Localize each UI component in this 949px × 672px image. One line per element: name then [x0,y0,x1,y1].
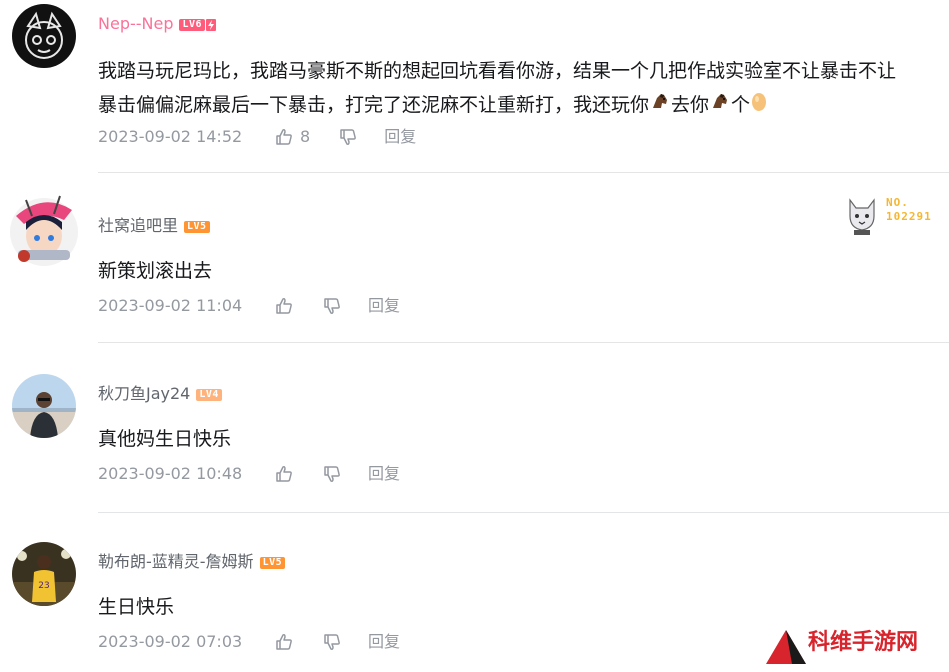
text-segment: 去你 [671,94,710,116]
comment-meta: 2023-09-02 11:04 回复 [98,296,400,316]
level-badge: LV4 [196,388,222,401]
username-text[interactable]: 秋刀鱼Jay24 [98,384,190,403]
dislike-icon[interactable] [338,127,358,147]
avatar[interactable] [12,4,76,68]
horse-emoji [709,89,731,123]
username-text[interactable]: 社窝追吧里 [98,216,178,235]
dislike-icon[interactable] [322,464,342,484]
text-segment: 暴击偏偏泥麻最后一下暴击，打完了还泥麻不让重新打，我还玩你 [98,94,650,116]
lightning-icon [206,18,217,31]
like-icon[interactable] [274,464,294,484]
avatar[interactable]: 23 [12,542,76,606]
watermark-triangle-icon [766,630,806,664]
fan-number-text: NO. 102291 [886,196,932,224]
username-text[interactable]: Nep--Nep [98,14,173,33]
username[interactable]: 秋刀鱼Jay24 LV4 [98,384,222,404]
avatar[interactable] [12,374,76,438]
reply-button[interactable]: 回复 [384,127,416,147]
comment-meta: 2023-09-02 07:03 回复 [98,632,400,652]
fan-number-value: 102291 [886,210,932,223]
dislike-icon[interactable] [322,296,342,316]
horse-emoji [649,89,671,123]
comment-text-line: 暴击偏偏泥麻最后一下暴击，打完了还泥麻不让重新打，我还玩你 去你个 [98,88,948,123]
timestamp: 2023-09-02 11:04 [98,296,243,315]
level-badge: LV6 [179,18,206,31]
wolf-badge-icon [849,198,875,235]
comment-item: Nep--Nep LV6 我踏马玩尼玛比，我踏马豪斯不斯的想起回坑看看你游，结果一… [0,0,949,173]
avatar[interactable] [4,190,84,270]
timestamp: 2023-09-02 07:03 [98,632,243,651]
timestamp: 2023-09-02 10:48 [98,464,243,483]
comment-meta: 2023-09-02 14:52 8 回复 [98,127,416,147]
comment-item: 社窝追吧里 LV5 新策划滚出去 2023-09-02 11:04 回复 [0,172,949,343]
comment-text: 新策划滚出去 [98,260,213,282]
comment-item: 秋刀鱼Jay24 LV4 真他妈生日快乐 2023-09-02 10:48 回复 [0,342,949,513]
username[interactable]: 社窝追吧里 LV5 [98,216,210,236]
svg-text:23: 23 [38,581,49,591]
username-text[interactable]: 勒布朗-蓝精灵-詹姆斯 [98,552,254,571]
reply-button[interactable]: 回复 [368,632,400,652]
comment-text: 生日快乐 [98,596,175,618]
fan-number-badge: NO. 102291 [842,192,942,236]
like-count: 8 [300,127,311,146]
egg-emoji [750,89,768,123]
like-icon[interactable] [274,127,294,147]
timestamp: 2023-09-02 14:52 [98,127,243,146]
like-icon[interactable] [274,632,294,652]
watermark-text: 科维手游网 [808,630,919,655]
text-segment: 个 [731,94,751,116]
comment-text-line: 我踏马玩尼玛比，我踏马豪斯不斯的想起回坑看看你游，结果一个几把作战实验室不让暴击… [98,60,897,82]
level-badge: LV5 [184,220,210,233]
comment-text: 真他妈生日快乐 [98,428,232,450]
fan-number-label: NO. [886,196,909,209]
watermark-logo: 科维手游网 [764,624,949,670]
reply-button[interactable]: 回复 [368,464,400,484]
like-icon[interactable] [274,296,294,316]
comment-meta: 2023-09-02 10:48 回复 [98,464,400,484]
level-badge: LV5 [259,556,286,569]
dislike-icon[interactable] [322,632,342,652]
username[interactable]: Nep--Nep LV6 [98,14,217,34]
reply-button[interactable]: 回复 [368,296,400,316]
comment-text: 我踏马玩尼玛比，我踏马豪斯不斯的想起回坑看看你游，结果一个几把作战实验室不让暴击… [98,54,948,123]
username[interactable]: 勒布朗-蓝精灵-詹姆斯 LV5 [98,552,286,572]
